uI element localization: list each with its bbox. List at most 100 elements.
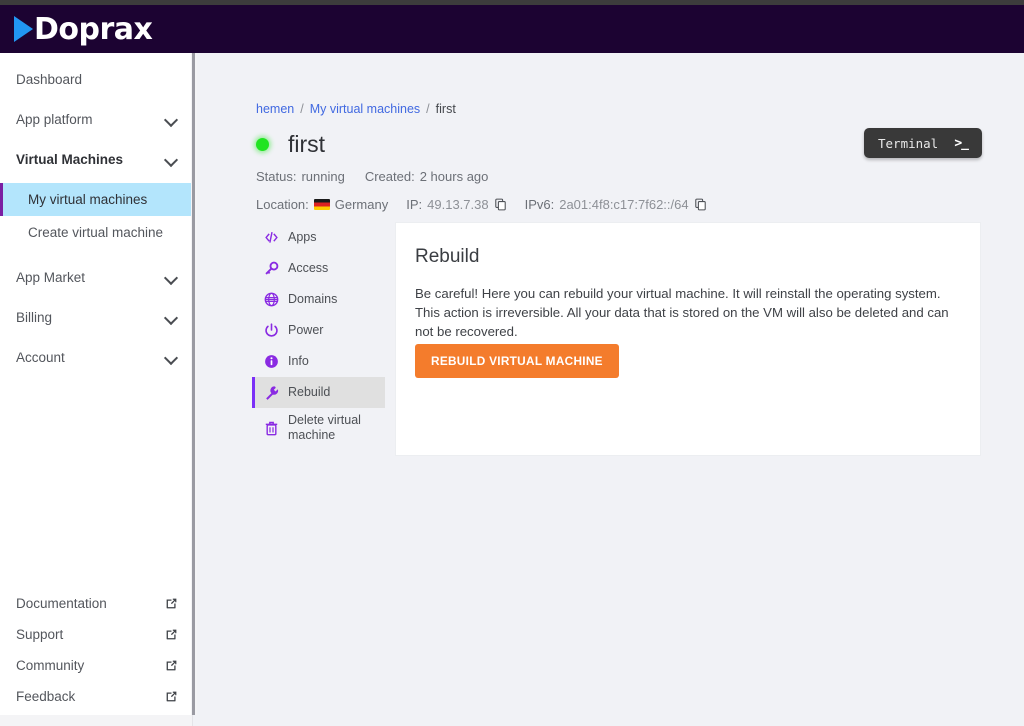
globe-icon	[264, 292, 279, 307]
vm-ipv6-value: 2a01:4f8:c17:7f62::/64	[559, 197, 689, 212]
chevron-down-icon	[165, 271, 178, 284]
rebuild-card: Rebuild Be careful! Here you can rebuild…	[395, 222, 981, 456]
chevron-down-icon	[165, 113, 178, 126]
terminal-button[interactable]: Terminal >_	[864, 128, 982, 158]
vm-location-label: Location:	[256, 197, 309, 212]
sidebar-item-create-virtual-machine[interactable]: Create virtual machine	[0, 216, 192, 249]
subnav-item-rebuild[interactable]: Rebuild	[252, 377, 385, 408]
sidebar-link-label: Community	[16, 658, 85, 673]
vm-ipv6-label: IPv6:	[524, 197, 555, 212]
sidebar-item-label: Virtual Machines	[16, 152, 124, 167]
trash-icon	[264, 421, 279, 436]
vm-location-value: Germany	[334, 197, 389, 212]
vm-created-value: 2 hours ago	[419, 169, 489, 184]
subnav-item-info[interactable]: Info	[252, 346, 385, 377]
chevron-down-icon	[165, 153, 178, 166]
subnav-item-apps[interactable]: Apps	[252, 222, 385, 253]
sidebar-link-label: Support	[16, 627, 64, 642]
copy-icon[interactable]	[694, 198, 707, 211]
vm-meta-network-row: Location: Germany IP: 49.13.7.38 IPv6: 2…	[256, 197, 707, 212]
breadcrumb-item-my-virtual-machines[interactable]: My virtual machines	[310, 102, 420, 116]
sidebar-item-app-market[interactable]: App Market	[0, 261, 192, 294]
breadcrumb-separator: /	[426, 102, 430, 116]
flag-germany-icon	[313, 199, 330, 210]
sidebar-item-app-platform[interactable]: App platform	[0, 103, 192, 136]
subnav-item-delete-virtual-machine[interactable]: Delete virtual machine	[252, 408, 385, 448]
vm-ip-label: IP:	[406, 197, 423, 212]
vm-location: Location: Germany	[256, 197, 388, 212]
vm-ipv6: IPv6: 2a01:4f8:c17:7f62::/64	[525, 197, 707, 212]
subnav-item-label: Delete virtual machine	[288, 413, 361, 442]
sidebar-link-community[interactable]: Community	[0, 650, 192, 681]
sidebar-link-feedback[interactable]: Feedback	[0, 681, 192, 712]
breadcrumb-item-current: first	[435, 102, 456, 116]
sidebar-bottom-scrollbar[interactable]	[0, 715, 193, 726]
app-root: Doprax Dashboard App platform Virtual Ma…	[0, 0, 1024, 726]
sidebar-item-label: Create virtual machine	[28, 225, 164, 240]
card-description: Be careful! Here you can rebuild your vi…	[415, 286, 949, 339]
sidebar-item-label: App Market	[16, 270, 86, 285]
wrench-icon	[264, 385, 279, 400]
breadcrumb-item-hemen[interactable]: hemen	[256, 102, 294, 116]
sidebar-item-label: Account	[16, 350, 65, 365]
subnav-item-power[interactable]: Power	[252, 315, 385, 346]
sidebar-item-dashboard[interactable]: Dashboard	[0, 63, 192, 96]
subnav-item-label: Rebuild	[288, 385, 331, 399]
status-running-dot	[256, 138, 269, 151]
sidebar-item-virtual-machines[interactable]: Virtual Machines	[0, 143, 192, 176]
vm-status: Status: running	[256, 169, 345, 184]
vm-status-label: Status:	[256, 169, 297, 184]
main-content: hemen / My virtual machines / first firs…	[197, 53, 1024, 726]
power-icon	[264, 323, 279, 338]
sidebar-link-label: Feedback	[16, 689, 76, 704]
external-link-icon	[166, 691, 177, 702]
card-title: Rebuild	[415, 246, 480, 267]
sidebar-scrollbar-thumb[interactable]	[192, 53, 195, 715]
sidebar-link-support[interactable]: Support	[0, 619, 192, 650]
sidebar-link-label: Documentation	[16, 596, 107, 611]
sidebar-item-account[interactable]: Account	[0, 341, 192, 374]
page-title: first	[288, 131, 326, 157]
sidebar-item-label: Dashboard	[16, 72, 83, 87]
subnav-item-label: Info	[288, 354, 309, 368]
vm-ip-value: 49.13.7.38	[427, 197, 489, 212]
sidebar: Dashboard App platform Virtual Machines …	[0, 53, 193, 726]
code-brackets-icon	[264, 230, 279, 245]
subnav-item-domains[interactable]: Domains	[252, 284, 385, 315]
key-icon	[264, 261, 279, 276]
copy-icon[interactable]	[494, 198, 507, 211]
info-circle-icon	[264, 354, 279, 369]
vm-created: Created: 2 hours ago	[365, 169, 489, 184]
sidebar-secondary-nav: Documentation Support Community Feedback	[0, 588, 192, 712]
subnav-item-label: Access	[288, 261, 329, 275]
vm-status-value: running	[301, 169, 345, 184]
sidebar-link-documentation[interactable]: Documentation	[0, 588, 192, 619]
chevron-down-icon	[165, 351, 178, 364]
terminal-prompt-icon: >_	[954, 135, 969, 151]
sidebar-item-label: My virtual machines	[28, 192, 148, 207]
app-header: Doprax	[0, 5, 1024, 53]
brand-logo[interactable]: Doprax	[14, 11, 153, 47]
sidebar-item-my-virtual-machines[interactable]: My virtual machines	[0, 183, 192, 216]
subnav-item-access[interactable]: Access	[252, 253, 385, 284]
breadcrumb: hemen / My virtual machines / first	[256, 102, 456, 116]
sidebar-item-label: App platform	[16, 112, 93, 127]
subnav-item-label: Apps	[288, 230, 317, 244]
sidebar-item-billing[interactable]: Billing	[0, 301, 192, 334]
sidebar-item-label: Billing	[16, 310, 53, 325]
rebuild-virtual-machine-button[interactable]: REBUILD VIRTUAL MACHINE	[415, 344, 619, 378]
vm-title-row: first	[256, 131, 325, 158]
brand-name: Doprax	[34, 11, 153, 47]
sidebar-primary-nav: Dashboard App platform Virtual Machines …	[0, 53, 192, 374]
external-link-icon	[166, 629, 177, 640]
chevron-down-icon	[165, 311, 178, 324]
subnav-item-label: Power	[288, 323, 324, 337]
vm-created-label: Created:	[364, 169, 415, 184]
external-link-icon	[166, 598, 177, 609]
